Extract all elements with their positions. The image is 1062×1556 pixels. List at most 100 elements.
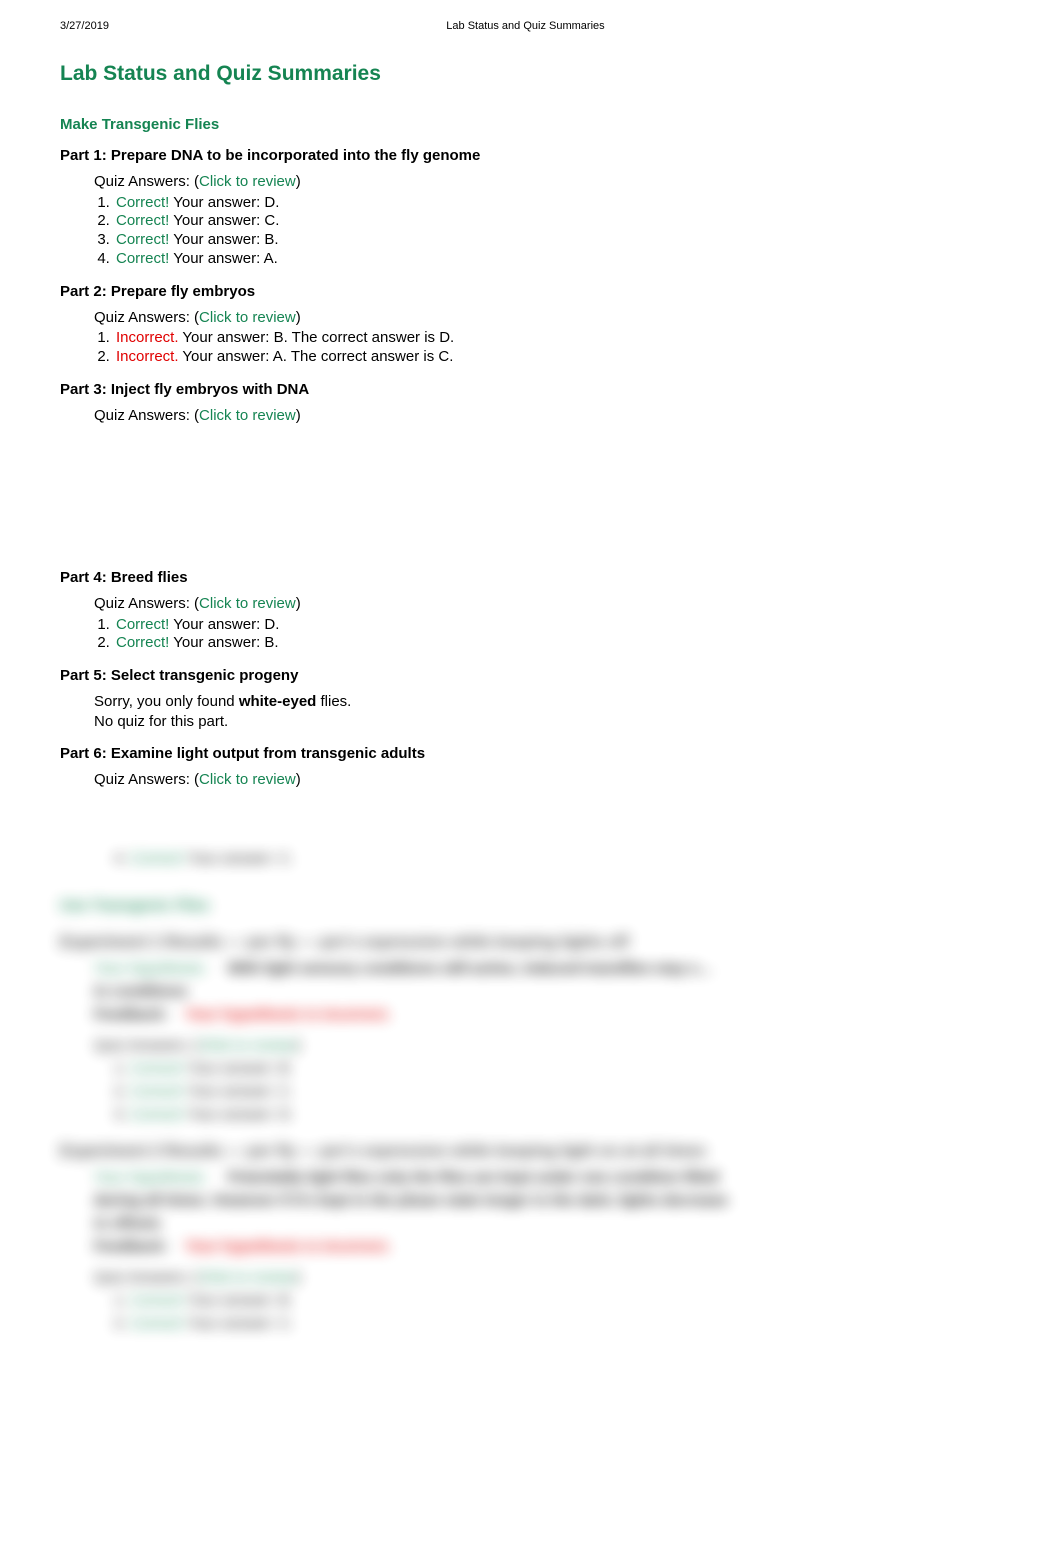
your-answer-text: Your answer: D.	[169, 616, 279, 633]
part-heading: Part 1: Prepare DNA to be incorporated i…	[60, 147, 1002, 164]
blur-exp1-review: Click to review	[199, 1037, 296, 1054]
answer-item: Correct! Your answer: D.	[114, 616, 1002, 635]
quiz-answers-prefix: Quiz Answers: (	[94, 595, 199, 612]
part-body: Quiz Answers: (Click to review)	[60, 406, 1002, 426]
blur-exp1-quiz-label: Quiz Answers: (	[94, 1037, 199, 1054]
header-doc-title: Lab Status and Quiz Summaries	[109, 20, 942, 32]
blur-exp2-hyp-label: Your Hypothesis:	[94, 1169, 207, 1186]
part-body: Quiz Answers: (Click to review)	[60, 770, 1002, 790]
your-answer-text: Your answer: A.	[179, 348, 287, 365]
print-header: 3/27/2019 Lab Status and Quiz Summaries	[60, 20, 1002, 32]
header-date: 3/27/2019	[60, 20, 109, 32]
note-bold: white-eyed	[239, 693, 317, 710]
your-answer-text: Your answer: C.	[169, 212, 279, 229]
blur-answer-line: 2. Correct! Your answer: C.	[60, 1083, 1002, 1100]
answer-item: Correct! Your answer: B.	[114, 634, 1002, 653]
blur-exp1-hyp-text: With light sensory conditions still acti…	[228, 960, 713, 977]
vertical-gap	[60, 425, 1002, 555]
part-body: Quiz Answers: (Click to review)	[60, 172, 1002, 192]
note-post: flies.	[316, 693, 351, 710]
answer-item: Incorrect. Your answer: A. The correct a…	[114, 348, 1002, 367]
note-pre: Sorry, you only found	[94, 693, 239, 710]
part-heading: Part 4: Breed flies	[60, 569, 1002, 586]
answer-item: Incorrect. Your answer: B. The correct a…	[114, 329, 1002, 348]
click-to-review-link[interactable]: Click to review	[199, 173, 296, 190]
blur-exp1-fb-label: Feedback:	[94, 1006, 168, 1023]
status-incorrect: Incorrect.	[116, 348, 179, 365]
note-pre: No quiz for this part.	[94, 713, 228, 730]
status-correct: Correct!	[116, 250, 169, 267]
answer-item: Correct! Your answer: D.	[114, 194, 1002, 213]
blurred-preview: 4. Correct! Your answer: C. Use Transgen…	[60, 850, 1002, 1332]
part-heading: Part 3: Inject fly embryos with DNA	[60, 381, 1002, 398]
status-correct: Correct!	[116, 231, 169, 248]
quiz-answers-line: Quiz Answers: (Click to review)	[94, 594, 1002, 614]
part-note-line: No quiz for this part.	[94, 712, 1002, 732]
status-correct: Correct!	[116, 616, 169, 633]
your-answer-text: Your answer: A.	[169, 250, 277, 267]
click-to-review-link[interactable]: Click to review	[199, 309, 296, 326]
quiz-answers-line: Quiz Answers: (Click to review)	[94, 770, 1002, 790]
your-answer-text: Your answer: D.	[169, 194, 279, 211]
quiz-answers-prefix: Quiz Answers: (	[94, 173, 199, 190]
blur-exp2-title: Experiment 2 Results — per fly — per's e…	[60, 1143, 1002, 1161]
correct-answer-text: The correct answer is D.	[288, 329, 454, 346]
part-body: Sorry, you only found white-eyed flies.N…	[60, 692, 1002, 731]
status-incorrect: Incorrect.	[116, 329, 179, 346]
click-to-review-link[interactable]: Click to review	[199, 595, 296, 612]
quiz-answers-prefix: Quiz Answers: (	[94, 771, 199, 788]
part-heading: Part 2: Prepare fly embryos	[60, 283, 1002, 300]
parts-container: Part 1: Prepare DNA to be incorporated i…	[60, 147, 1002, 790]
page-title: Lab Status and Quiz Summaries	[60, 62, 1002, 86]
part-heading: Part 6: Examine light output from transg…	[60, 745, 1002, 762]
your-answer-text: Your answer: B.	[179, 329, 288, 346]
status-correct: Correct!	[116, 212, 169, 229]
blur-section2-title: Use Transgenic Flies	[60, 897, 1002, 914]
quiz-answers-suffix: )	[296, 407, 301, 424]
blur-tail-num: 4.	[114, 850, 127, 867]
part-note-line: Sorry, you only found white-eyed flies.	[94, 692, 1002, 712]
answers-list: Correct! Your answer: D.Correct! Your an…	[60, 616, 1002, 654]
your-answer-text: Your answer: B.	[169, 231, 278, 248]
blur-exp2-review: Click to review	[199, 1269, 296, 1286]
quiz-answers-prefix: Quiz Answers: (	[94, 309, 199, 326]
blur-exp2-fb-text: Your hypothesis is incorrect.	[185, 1238, 391, 1255]
blur-tail-status: Correct!	[131, 850, 184, 867]
blur-tail-text: Your answer: C.	[188, 850, 294, 867]
blur-exp1-incond: in conditions	[94, 983, 187, 1000]
blur-exp1-fb-text: Your hypothesis is incorrect.	[185, 1006, 391, 1023]
click-to-review-link[interactable]: Click to review	[199, 407, 296, 424]
quiz-answers-suffix: )	[296, 173, 301, 190]
blur-answer-line: 3. Correct! Your answer: D.	[60, 1106, 1002, 1123]
quiz-answers-prefix: Quiz Answers: (	[94, 407, 199, 424]
blur-exp1-hyp-label: Your Hypothesis:	[94, 960, 207, 977]
quiz-answers-suffix: )	[296, 595, 301, 612]
blur-exp2-fb-label: Feedback:	[94, 1238, 168, 1255]
answer-item: Correct! Your answer: A.	[114, 250, 1002, 269]
blur-exp2-suffix: )	[296, 1269, 301, 1286]
status-correct: Correct!	[116, 634, 169, 651]
answers-list: Correct! Your answer: D.Correct! Your an…	[60, 194, 1002, 269]
page-container: 3/27/2019 Lab Status and Quiz Summaries …	[0, 0, 1062, 1556]
quiz-answers-line: Quiz Answers: (Click to review)	[94, 406, 1002, 426]
part-body: Quiz Answers: (Click to review)	[60, 308, 1002, 328]
quiz-answers-suffix: )	[296, 309, 301, 326]
quiz-answers-line: Quiz Answers: (Click to review)	[94, 172, 1002, 192]
section-title: Make Transgenic Flies	[60, 116, 1002, 133]
blur-exp2-hyp-text: Potentially light flies only the flies a…	[228, 1169, 719, 1186]
blur-exp1-title: Experiment 1 Results — per fly — per's e…	[60, 934, 1002, 952]
blur-exp2-incond: in offsets	[94, 1215, 161, 1232]
correct-answer-text: The correct answer is C.	[287, 348, 453, 365]
blur-exp1-suffix: )	[296, 1037, 301, 1054]
blur-exp2-quiz-label: Quiz Answers: (	[94, 1269, 199, 1286]
answers-list: Incorrect. Your answer: B. The correct a…	[60, 329, 1002, 367]
click-to-review-link[interactable]: Click to review	[199, 771, 296, 788]
quiz-answers-line: Quiz Answers: (Click to review)	[94, 308, 1002, 328]
blur-answer-line: 1. Correct! Your answer: B.	[60, 1292, 1002, 1309]
answer-item: Correct! Your answer: C.	[114, 212, 1002, 231]
quiz-answers-suffix: )	[296, 771, 301, 788]
part-body: Quiz Answers: (Click to review)	[60, 594, 1002, 614]
status-correct: Correct!	[116, 194, 169, 211]
answer-item: Correct! Your answer: B.	[114, 231, 1002, 250]
blur-exp2-hyp-text2: during all times. However if it's kept i…	[94, 1192, 728, 1209]
